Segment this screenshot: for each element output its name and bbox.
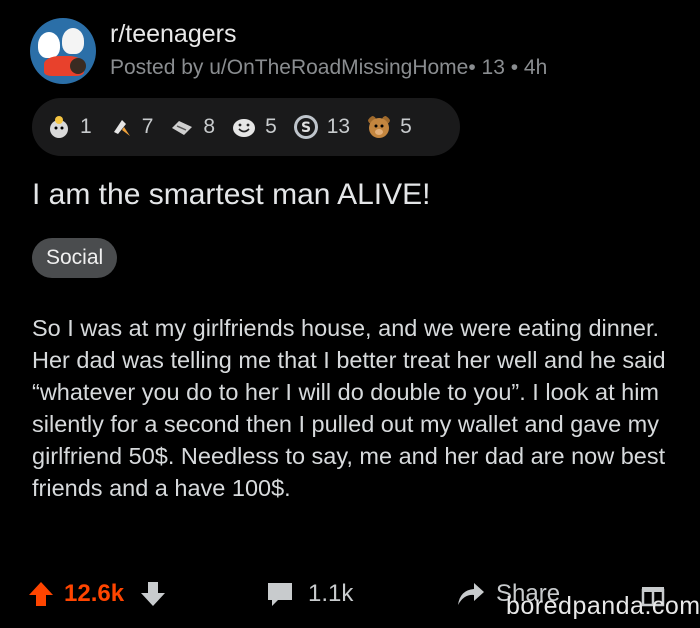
vote-group: 12.6k <box>28 572 166 616</box>
award-item[interactable]: 8 <box>169 114 215 140</box>
award-item[interactable]: S 13 <box>293 114 350 140</box>
award-count: 7 <box>141 115 154 138</box>
award-count: 5 <box>265 115 277 138</box>
award-item[interactable]: 7 <box>108 114 154 140</box>
posted-by-line: Posted by u/OnTheRoadMissingHome• 13 • 4… <box>110 53 547 83</box>
rocket-like-award-icon <box>113 120 130 136</box>
handshake-award-icon <box>172 121 193 135</box>
award-item[interactable]: 5 <box>366 114 412 140</box>
award-count: 8 <box>203 115 216 138</box>
award-count: 5 <box>400 115 412 138</box>
post-flair[interactable]: Social <box>32 238 118 278</box>
award-count: 13 <box>326 115 351 138</box>
post-body: So I was at my girlfriends house, and we… <box>32 315 666 501</box>
post-meta-suffix: • 13 • 4h <box>468 56 548 79</box>
awards-bar[interactable]: 1 7 8 5 S 13 5 <box>32 98 460 156</box>
bear-award-icon <box>368 116 391 138</box>
comment-bubble-icon <box>268 583 292 606</box>
post-meta: r/teenagers Posted by u/OnTheRoadMissing… <box>110 19 547 83</box>
post-header: r/teenagers Posted by u/OnTheRoadMissing… <box>30 18 547 84</box>
posted-by[interactable]: Posted by u/OnTheRoadMissingHome <box>110 56 468 79</box>
silver-award-icon: S <box>293 115 318 139</box>
watermark: boredpanda.com <box>506 592 700 620</box>
subreddit-name[interactable]: r/teenagers <box>110 19 547 49</box>
award-item[interactable]: 1 <box>46 114 92 140</box>
laughing-face-award-icon <box>233 119 256 137</box>
award-count: 1 <box>80 115 92 138</box>
post-title: I am the smartest man ALIVE! <box>32 178 431 211</box>
wholesome-award-icon <box>50 116 68 138</box>
svg-text:S: S <box>301 120 311 136</box>
comment-count: 1.1k <box>308 580 354 607</box>
award-item[interactable]: 5 <box>231 114 277 140</box>
share-arrow-icon <box>458 583 484 605</box>
subreddit-avatar[interactable] <box>30 18 96 84</box>
vote-count: 12.6k <box>64 580 125 607</box>
comments-button[interactable]: 1.1k <box>266 572 353 616</box>
upvote-arrow-icon[interactable] <box>28 580 54 608</box>
downvote-arrow-icon[interactable] <box>140 580 166 608</box>
